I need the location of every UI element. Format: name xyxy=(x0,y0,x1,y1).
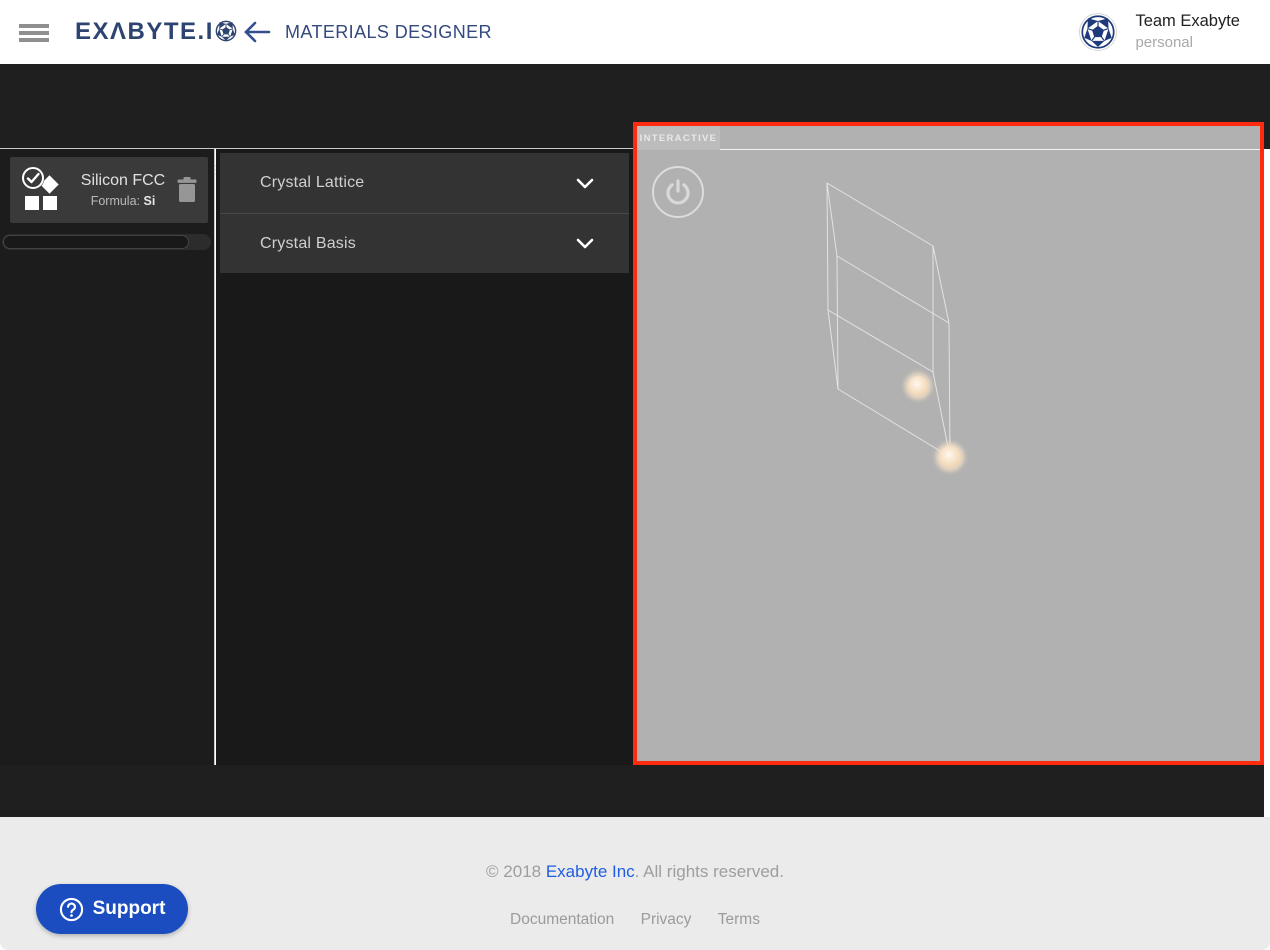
link-privacy[interactable]: Privacy xyxy=(641,911,692,928)
soccer-ball-icon xyxy=(215,20,237,47)
interactive-3d-viewer[interactable]: INTERACTIVE xyxy=(633,122,1264,765)
logo-text: EXΛBYTE.I xyxy=(75,18,214,46)
material-widgets-check-icon xyxy=(19,165,65,215)
account-name: Team Exabyte xyxy=(1135,12,1240,31)
company-link[interactable]: Exabyte Inc xyxy=(546,862,635,881)
materials-designer-app: EXΛBYTE.I xyxy=(0,0,1270,950)
atom-sphere[interactable] xyxy=(939,446,961,468)
materials-sidebar: Silicon FCC Formula: Si xyxy=(0,149,215,765)
material-list-item[interactable]: Silicon FCC Formula: Si xyxy=(10,157,208,223)
scrollbar-thumb[interactable] xyxy=(3,235,189,249)
section-crystal-lattice[interactable]: Crystal Lattice xyxy=(220,153,629,213)
link-terms[interactable]: Terms xyxy=(718,911,760,928)
app-header: EXΛBYTE.I xyxy=(0,0,1270,64)
material-name: Silicon FCC xyxy=(73,172,173,190)
tab-interactive-label: INTERACTIVE xyxy=(640,133,718,144)
bottom-dark-strip xyxy=(0,765,1264,817)
account-type: personal xyxy=(1135,34,1240,51)
crystal-wireframe-scene[interactable] xyxy=(637,126,1260,761)
material-formula: Formula: Si xyxy=(73,194,173,208)
atom-sphere[interactable] xyxy=(908,376,928,396)
sidebar-horizontal-scrollbar[interactable] xyxy=(2,234,211,250)
section-label: Crystal Basis xyxy=(260,235,356,253)
app-footer: © 2018 Exabyte Inc. All rights reserved.… xyxy=(0,817,1270,950)
power-icon xyxy=(664,178,692,206)
question-circle-icon xyxy=(59,897,84,922)
account-widget[interactable]: Team Exabyte personal xyxy=(1079,12,1240,51)
footer-links: Documentation Privacy Terms xyxy=(0,911,1270,929)
delete-material-icon[interactable] xyxy=(175,176,199,204)
support-button-label: Support xyxy=(93,898,166,920)
power-toggle-button[interactable] xyxy=(652,166,704,218)
sections-accordion: Crystal Lattice Crystal Basis xyxy=(220,153,629,273)
page-title: MATERIALS DESIGNER xyxy=(285,22,492,43)
chevron-down-icon xyxy=(576,178,594,189)
exabyte-logo[interactable]: EXΛBYTE.I xyxy=(75,17,237,47)
copyright-text: © 2018 Exabyte Inc. All rights reserved. xyxy=(0,862,1270,882)
back-arrow-icon[interactable] xyxy=(243,19,271,45)
section-label: Crystal Lattice xyxy=(260,174,364,192)
tab-interactive[interactable]: INTERACTIVE xyxy=(637,126,720,150)
editor-panel: Crystal Lattice Crystal Basis xyxy=(216,149,633,765)
link-documentation[interactable]: Documentation xyxy=(510,911,614,928)
avatar[interactable] xyxy=(1079,13,1117,51)
hamburger-menu-icon[interactable] xyxy=(19,24,49,42)
section-crystal-basis[interactable]: Crystal Basis xyxy=(220,213,629,273)
viewer-tab-underline xyxy=(637,149,1260,150)
chevron-down-icon xyxy=(576,238,594,249)
support-button[interactable]: Support xyxy=(36,884,188,934)
